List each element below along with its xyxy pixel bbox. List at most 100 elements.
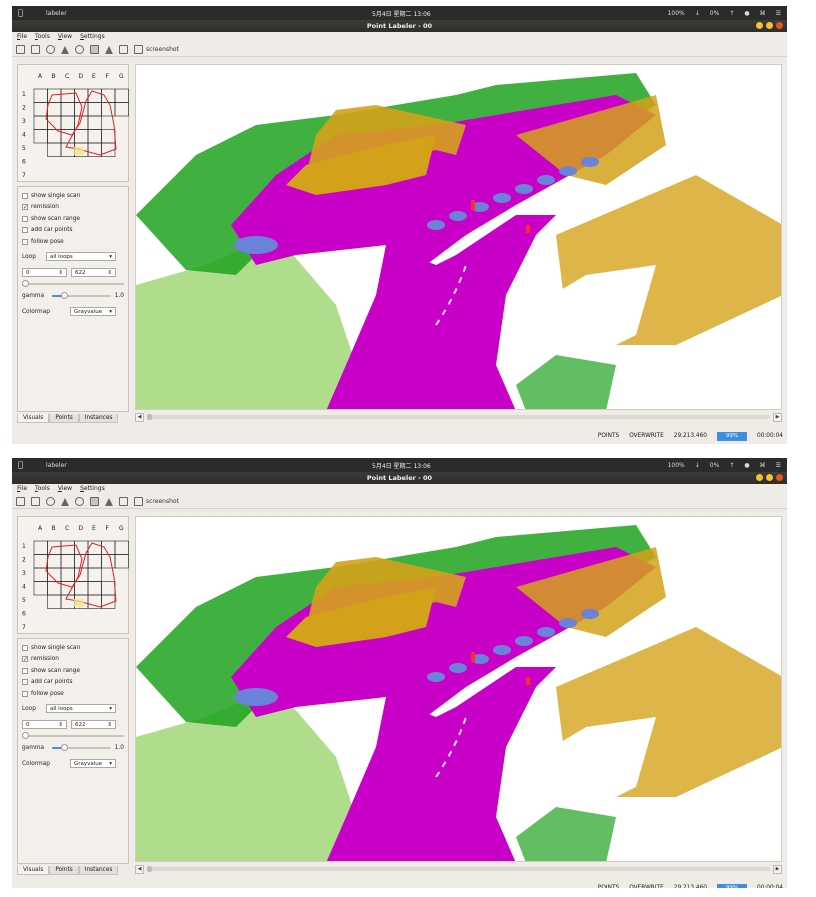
range-from-spinbox[interactable]: 0 ⇕ <box>22 720 67 729</box>
fit-view-icon[interactable] <box>119 497 128 506</box>
scroll-right-icon[interactable]: ▶ <box>773 864 782 874</box>
remission-checkbox[interactable]: ✓ <box>22 204 28 211</box>
range-slider-handle[interactable] <box>22 731 29 739</box>
gamma-slider-handle[interactable] <box>60 292 68 299</box>
colormap-select[interactable]: Grayvalue ▾ <box>70 759 116 768</box>
input-method-icon[interactable]: ⌘ <box>760 462 766 469</box>
range-to-spinbox[interactable]: 622 ⇕ <box>71 268 116 277</box>
menu-icon[interactable]: ☰ <box>776 10 781 17</box>
net-indicator[interactable]: 0% <box>710 10 720 17</box>
follow-pose-option[interactable]: follow pose <box>22 236 124 248</box>
show-single-scan-option[interactable]: show single scan <box>22 642 124 654</box>
menu-file[interactable]: File <box>17 33 27 42</box>
colormap-select[interactable]: Grayvalue ▾ <box>70 307 116 316</box>
range-to-spinbox[interactable]: 622 ⇕ <box>71 720 116 729</box>
close-button[interactable] <box>776 22 783 29</box>
tile-grid-map[interactable]: A B C D E F G 1 2 3 4 5 6 7 <box>18 65 130 183</box>
loop-select[interactable]: all loops ▾ <box>46 252 116 261</box>
minimize-button[interactable] <box>756 474 763 481</box>
timeline-scrollbar[interactable]: ◀ ▶ <box>135 864 782 874</box>
apple-icon[interactable]:  <box>18 461 26 469</box>
spin-arrows-icon[interactable]: ⇕ <box>58 722 63 728</box>
gamma-slider[interactable] <box>51 744 111 751</box>
select-tool-icon[interactable] <box>90 497 99 506</box>
filter-icon[interactable] <box>105 497 113 506</box>
battery-indicator[interactable]: 100% <box>668 462 685 469</box>
battery-indicator[interactable]: 100% <box>668 10 685 17</box>
remission-option[interactable]: ✓ remission <box>22 202 124 214</box>
remission-checkbox[interactable]: ✓ <box>22 656 28 663</box>
loop-select[interactable]: all loops ▾ <box>46 704 116 713</box>
tab-points[interactable]: Points <box>49 866 79 875</box>
spin-arrows-icon[interactable]: ⇕ <box>58 270 63 276</box>
maximize-button[interactable] <box>766 22 773 29</box>
add-car-points-option[interactable]: add car points <box>22 225 124 237</box>
menu-file[interactable]: File <box>17 485 27 494</box>
point-cloud-render[interactable] <box>136 65 782 410</box>
tab-instances[interactable]: Instances <box>78 866 119 875</box>
open-folder-icon[interactable] <box>16 45 25 54</box>
range-slider[interactable] <box>22 279 124 287</box>
input-method-icon[interactable]: ⌘ <box>760 10 766 17</box>
range-slider-handle[interactable] <box>22 279 29 287</box>
screenshot-button[interactable]: screenshot <box>134 45 179 54</box>
menu-tools[interactable]: Tools <box>35 485 50 494</box>
chrome-icon[interactable]: ● <box>744 10 749 17</box>
download-icon[interactable]: ↓ <box>695 10 700 17</box>
reload-icon[interactable] <box>46 45 55 54</box>
open-folder-icon[interactable] <box>16 497 25 506</box>
remission-option[interactable]: ✓ remission <box>22 654 124 666</box>
filter-icon[interactable] <box>105 45 113 54</box>
show-single-scan-checkbox[interactable] <box>22 192 28 199</box>
apple-icon[interactable]:  <box>18 9 26 17</box>
gamma-slider-handle[interactable] <box>60 744 68 751</box>
upload-icon[interactable]: ↑ <box>729 10 734 17</box>
minimize-button[interactable] <box>756 22 763 29</box>
add-car-points-checkbox[interactable] <box>22 227 28 234</box>
follow-pose-checkbox[interactable] <box>22 238 28 245</box>
follow-pose-option[interactable]: follow pose <box>22 688 124 700</box>
brush-tool-icon[interactable] <box>75 45 84 54</box>
add-car-points-option[interactable]: add car points <box>22 677 124 689</box>
chrome-icon[interactable]: ● <box>744 462 749 469</box>
scrollbar-handle[interactable] <box>147 866 152 872</box>
system-clock[interactable]: 5月4日 星期二 13:06 <box>372 461 431 470</box>
fit-view-icon[interactable] <box>119 45 128 54</box>
menu-view[interactable]: View <box>58 485 72 494</box>
tile-grid-map[interactable]: A B C D E F G 1 2 3 4 5 6 7 <box>18 517 130 635</box>
polygon-tool-icon[interactable] <box>61 45 69 54</box>
scroll-left-icon[interactable]: ◀ <box>135 864 144 874</box>
scroll-left-icon[interactable]: ◀ <box>135 412 144 422</box>
show-single-scan-option[interactable]: show single scan <box>22 190 124 202</box>
show-scan-range-option[interactable]: show scan range <box>22 665 124 677</box>
show-scan-range-checkbox[interactable] <box>22 667 28 674</box>
scrollbar-handle[interactable] <box>147 414 152 420</box>
save-icon[interactable] <box>31 45 40 54</box>
menu-tools[interactable]: Tools <box>35 33 50 42</box>
tab-instances[interactable]: Instances <box>78 414 119 423</box>
system-clock[interactable]: 5月4日 星期二 13:06 <box>372 9 431 18</box>
tab-visuals[interactable]: Visuals <box>17 414 50 423</box>
screenshot-button[interactable]: screenshot <box>134 497 179 506</box>
show-scan-range-option[interactable]: show scan range <box>22 213 124 225</box>
save-icon[interactable] <box>31 497 40 506</box>
range-from-spinbox[interactable]: 0 ⇕ <box>22 268 67 277</box>
gamma-slider[interactable] <box>51 292 111 299</box>
timeline-scrollbar[interactable]: ◀ ▶ <box>135 412 782 422</box>
menu-icon[interactable]: ☰ <box>776 462 781 469</box>
tab-visuals[interactable]: Visuals <box>17 866 50 875</box>
upload-icon[interactable]: ↑ <box>729 462 734 469</box>
net-indicator[interactable]: 0% <box>710 462 720 469</box>
menu-view[interactable]: View <box>58 33 72 42</box>
select-tool-icon[interactable] <box>90 45 99 54</box>
polygon-tool-icon[interactable] <box>61 497 69 506</box>
point-cloud-viewport[interactable] <box>135 64 782 410</box>
scrollbar-track[interactable] <box>147 414 770 420</box>
close-button[interactable] <box>776 474 783 481</box>
show-scan-range-checkbox[interactable] <box>22 215 28 222</box>
scrollbar-track[interactable] <box>147 866 770 872</box>
spin-arrows-icon[interactable]: ⇕ <box>107 270 112 276</box>
brush-tool-icon[interactable] <box>75 497 84 506</box>
point-cloud-render[interactable] <box>136 517 782 862</box>
show-single-scan-checkbox[interactable] <box>22 644 28 651</box>
